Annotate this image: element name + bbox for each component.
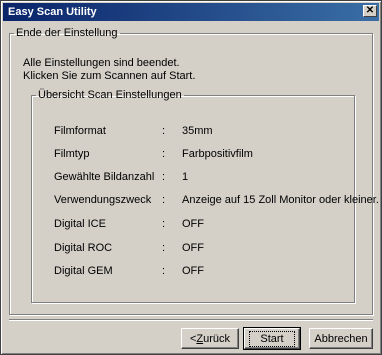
- group-scan-summary: Übersicht Scan Einstellungen Filmformat …: [31, 89, 379, 303]
- summary-value: Farbpositivfilm: [182, 148, 253, 160]
- summary-row-digital-ice: Digital ICE : OFF: [32, 218, 354, 232]
- intro-line-2: Klicken Sie zum Scannen auf Start.: [23, 70, 196, 82]
- summary-colon: :: [162, 218, 166, 230]
- summary-colon: :: [162, 242, 166, 254]
- summary-colon: :: [162, 148, 166, 160]
- summary-row-film-format: Filmformat : 35mm: [32, 125, 354, 139]
- summary-label: Digital ROC: [54, 242, 113, 254]
- summary-label: Verwendungszweck: [54, 194, 152, 206]
- back-button[interactable]: < Zurück: [181, 328, 239, 349]
- summary-row-frame-count: Gewählte Bildanzahl : 1: [32, 171, 354, 185]
- summary-value: Anzeige auf 15 Zoll Monitor oder kleiner…: [182, 194, 379, 206]
- dialog-window: Easy Scan Utility ✕ Ende der Einstellung…: [0, 0, 382, 355]
- intro-line-1: Alle Einstellungen sind beendet.: [23, 57, 180, 69]
- intro-text: Alle Einstellungen sind beendet. Klicken…: [23, 57, 195, 83]
- summary-value: 35mm: [182, 125, 213, 137]
- title-bar[interactable]: Easy Scan Utility ✕: [3, 3, 379, 21]
- summary-label: Filmformat: [54, 125, 106, 137]
- summary-row-digital-gem: Digital GEM : OFF: [32, 265, 354, 279]
- summary-row-digital-roc: Digital ROC : OFF: [32, 242, 354, 256]
- window-title: Easy Scan Utility: [8, 6, 97, 18]
- summary-colon: :: [162, 125, 166, 137]
- cancel-button-label: Abbrechen: [314, 332, 368, 345]
- summary-value: OFF: [182, 218, 204, 230]
- start-button-label: Start: [249, 330, 295, 347]
- start-button[interactable]: Start: [243, 327, 301, 350]
- summary-row-purpose: Verwendungszweck : Anzeige auf 15 Zoll M…: [32, 194, 379, 208]
- cancel-button[interactable]: Abbrechen: [309, 328, 373, 349]
- summary-value: 1: [182, 171, 189, 183]
- summary-label: Digital GEM: [54, 265, 113, 277]
- summary-colon: :: [162, 194, 166, 206]
- summary-label: Digital ICE: [54, 218, 106, 230]
- group-scan-summary-legend: Übersicht Scan Einstellungen: [38, 89, 182, 101]
- summary-value: OFF: [182, 242, 204, 254]
- close-button[interactable]: ✕: [363, 5, 377, 17]
- summary-row-film-type: Filmtyp : Farbpositivfilm: [32, 148, 354, 162]
- back-button-hotkey: Z: [196, 332, 204, 345]
- group-end-of-settings-legend: Ende der Einstellung: [16, 27, 118, 39]
- button-separator: [9, 319, 373, 321]
- summary-colon: :: [162, 171, 166, 183]
- close-icon: ✕: [365, 5, 375, 16]
- summary-label: Filmtyp: [54, 148, 90, 160]
- summary-value: OFF: [182, 265, 204, 277]
- summary-label: Gewählte Bildanzahl: [54, 171, 155, 183]
- summary-colon: :: [162, 265, 166, 277]
- back-button-rest: urück: [203, 332, 231, 345]
